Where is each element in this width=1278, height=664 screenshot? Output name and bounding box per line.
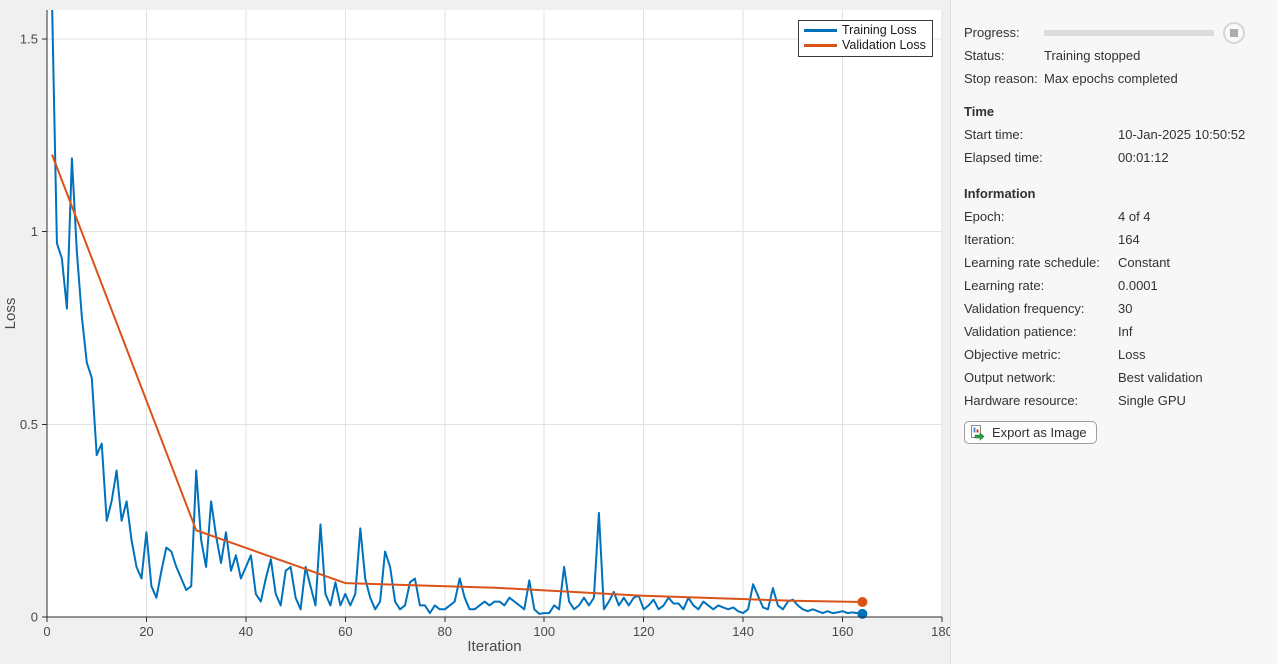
stop-reason-label: Stop reason: [964,71,1044,86]
legend-label: Validation Loss [842,38,926,53]
legend-entry-training-loss[interactable]: Training Loss [804,23,926,38]
time-section-header: Time [964,100,1266,123]
validation-frequency-row: Validation frequency: 30 [964,297,1266,320]
y-axis-label: Loss [2,298,19,330]
export-image-button-label: Export as Image [992,425,1087,440]
y-tick-label: 0.5 [20,417,38,432]
x-axis-label: Iteration [467,638,521,655]
objective-metric-row: Objective metric: Loss [964,343,1266,366]
status-row: Status: Training stopped [964,44,1266,67]
y-tick-label: 0 [31,610,38,625]
epoch-row: Epoch: 4 of 4 [964,205,1266,228]
y-tick-label: 1.5 [20,31,38,46]
validation-frequency-label: Validation frequency: [964,301,1118,316]
x-tick-label: 60 [338,624,352,639]
plot-background [47,10,942,617]
loss-chart[interactable]: 0 20 40 60 80 100 120 140 160 180 0 0.5 1 1.5 Iteratio… [0,0,950,664]
epoch-label: Epoch: [964,209,1118,224]
learning-rate-label: Learning rate: [964,278,1118,293]
elapsed-time-label: Elapsed time: [964,150,1118,165]
status-label: Status: [964,48,1044,63]
status-value: Training stopped [1044,48,1140,63]
validation-patience-row: Validation patience: Inf [964,320,1266,343]
x-tick-label: 180 [931,624,950,639]
learning-rate-value: 0.0001 [1118,278,1158,293]
training-loss-line-sample [804,29,837,32]
output-network-row: Output network: Best validation [964,366,1266,389]
start-time-label: Start time: [964,127,1118,142]
stop-icon [1230,29,1238,37]
validation-loss-line-sample [804,44,837,47]
objective-metric-label: Objective metric: [964,347,1118,362]
objective-metric-value: Loss [1118,347,1145,362]
y-tick-label: 1 [31,224,38,239]
hardware-resource-label: Hardware resource: [964,393,1118,408]
iteration-value: 164 [1118,232,1140,247]
information-section-header: Information [964,182,1266,205]
validation-frequency-value: 30 [1118,301,1132,316]
x-tick-label: 0 [43,624,50,639]
epoch-value: 4 of 4 [1118,209,1151,224]
x-tick-label: 80 [438,624,452,639]
stop-reason-value: Max epochs completed [1044,71,1178,86]
iteration-row: Iteration: 164 [964,228,1266,251]
stop-button[interactable] [1223,22,1245,44]
start-time-value: 10-Jan-2025 10:50:52 [1118,127,1245,142]
loss-chart-area: 0 20 40 60 80 100 120 140 160 180 0 0.5 1 1.5 Iteratio… [0,0,950,664]
export-image-icon [970,425,986,441]
output-network-value: Best validation [1118,370,1203,385]
chart-legend[interactable]: Training Loss Validation Loss [798,20,933,57]
legend-entry-validation-loss[interactable]: Validation Loss [804,38,926,53]
training-info-panel: Progress: Status: Training stopped Stop … [950,0,1278,664]
x-tick-label: 20 [139,624,153,639]
hardware-resource-row: Hardware resource: Single GPU [964,389,1266,412]
elapsed-time-row: Elapsed time: 00:01:12 [964,146,1266,169]
training-progress-window: 0 20 40 60 80 100 120 140 160 180 0 0.5 1 1.5 Iteratio… [0,0,1278,664]
start-time-row: Start time: 10-Jan-2025 10:50:52 [964,123,1266,146]
progress-label: Progress: [964,25,1044,40]
legend-label: Training Loss [842,23,917,38]
progress-bar [1044,30,1214,36]
learning-rate-schedule-label: Learning rate schedule: [964,255,1118,270]
validation-patience-value: Inf [1118,324,1132,339]
stop-reason-row: Stop reason: Max epochs completed [964,67,1266,90]
x-tick-label: 140 [732,624,754,639]
x-tick-label: 40 [239,624,253,639]
x-tick-label: 120 [633,624,655,639]
learning-rate-row: Learning rate: 0.0001 [964,274,1266,297]
elapsed-time-value: 00:01:12 [1118,150,1169,165]
validation-patience-label: Validation patience: [964,324,1118,339]
x-tick-label: 100 [533,624,555,639]
progress-row: Progress: [964,21,1266,44]
export-image-button[interactable]: Export as Image [964,421,1097,444]
validation-loss-end-marker [857,597,867,607]
iteration-label: Iteration: [964,232,1118,247]
learning-rate-schedule-value: Constant [1118,255,1170,270]
x-tick-label: 160 [832,624,854,639]
output-network-label: Output network: [964,370,1118,385]
learning-rate-schedule-row: Learning rate schedule: Constant [964,251,1266,274]
hardware-resource-value: Single GPU [1118,393,1186,408]
